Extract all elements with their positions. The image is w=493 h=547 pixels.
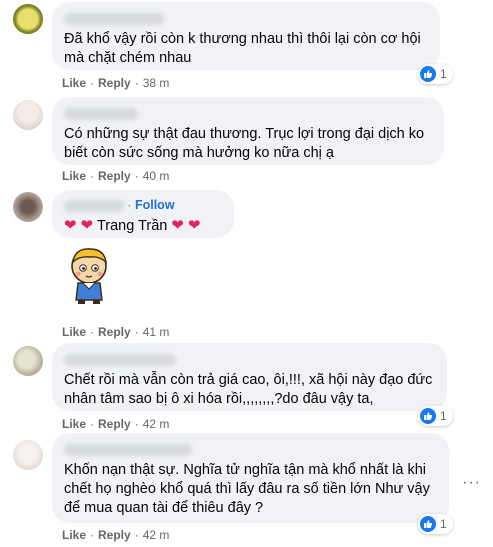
avatar[interactable]	[13, 346, 43, 376]
reaction-count[interactable]: 1	[418, 514, 453, 534]
comment-actions: Like · Reply · 41 m	[62, 325, 170, 339]
author-name-blurred[interactable]	[64, 107, 138, 120]
comment-bubble: Khốn nạn thật sự. Nghĩa tử nghĩa tận mà …	[52, 433, 449, 523]
follow-link[interactable]: Follow	[135, 198, 175, 212]
timestamp[interactable]: 42 m	[143, 528, 170, 542]
reply-link[interactable]: Reply	[98, 325, 131, 339]
more-options-icon[interactable]: ···	[462, 474, 481, 492]
comment-bubble: · Follow ❤ ❤ Trang Trần ❤ ❤	[52, 190, 234, 238]
thumbs-up-icon	[420, 66, 436, 82]
author-name-blurred[interactable]	[64, 12, 164, 25]
tagged-mention: ❤ ❤ Trang Trần ❤ ❤	[64, 216, 222, 236]
reply-link[interactable]: Reply	[98, 417, 131, 431]
reaction-number: 1	[440, 409, 447, 423]
heart-icon: ❤	[80, 217, 94, 234]
author-name-blurred[interactable]	[64, 199, 124, 212]
heart-icon: ❤	[171, 217, 184, 234]
timestamp[interactable]: 42 m	[143, 417, 170, 431]
timestamp[interactable]: 38 m	[143, 76, 170, 90]
comment-actions: Like · Reply · 42 m	[62, 417, 170, 431]
timestamp[interactable]: 40 m	[143, 169, 170, 183]
comment-bubble: Chết rồi mà vẫn còn trả giá cao, ôi,!!!,…	[52, 343, 447, 411]
comment-text: Đã khổ vậy rồi còn k thương nhau thì thô…	[64, 31, 421, 66]
like-link[interactable]: Like	[62, 417, 86, 431]
thumbs-up-icon	[420, 408, 436, 424]
cartoon-sticker-icon	[71, 248, 107, 304]
author-name-blurred[interactable]	[64, 353, 176, 366]
comment-text: Chết rồi mà vẫn còn trả giá cao, ôi,!!!,…	[64, 372, 433, 407]
avatar[interactable]	[13, 100, 43, 130]
comment-bubble: Có những sự thật đau thương. Trục lợi tr…	[52, 97, 444, 165]
avatar[interactable]	[13, 440, 43, 470]
comment-actions: Like · Reply · 40 m	[62, 169, 170, 183]
comment-text: Có những sự thật đau thương. Trục lợi tr…	[64, 126, 425, 161]
comment-actions: Like · Reply · 42 m	[62, 528, 170, 542]
comment-bubble: Đã khổ vậy rồi còn k thương nhau thì thô…	[52, 2, 440, 70]
reaction-count[interactable]: 1	[418, 64, 453, 84]
like-link[interactable]: Like	[62, 169, 86, 183]
like-link[interactable]: Like	[62, 76, 86, 90]
heart-icon: ❤	[64, 217, 77, 234]
reply-link[interactable]: Reply	[98, 169, 131, 183]
reaction-count[interactable]: 1	[418, 406, 453, 426]
comment-actions: Like · Reply · 38 m	[62, 76, 170, 90]
reaction-number: 1	[440, 67, 447, 81]
like-link[interactable]: Like	[62, 528, 86, 542]
avatar[interactable]	[13, 4, 43, 34]
comment-text: Khốn nạn thật sự. Nghĩa tử nghĩa tận mà …	[64, 462, 430, 516]
heart-icon: ❤	[188, 217, 201, 234]
timestamp[interactable]: 41 m	[143, 325, 170, 339]
reply-link[interactable]: Reply	[98, 528, 131, 542]
mention-name[interactable]: Trang Trần	[97, 218, 167, 234]
author-name-blurred[interactable]	[64, 443, 192, 456]
like-link[interactable]: Like	[62, 325, 86, 339]
reply-link[interactable]: Reply	[98, 76, 131, 90]
thumbs-up-icon	[420, 516, 436, 532]
reaction-number: 1	[440, 517, 447, 531]
avatar[interactable]	[13, 192, 43, 222]
